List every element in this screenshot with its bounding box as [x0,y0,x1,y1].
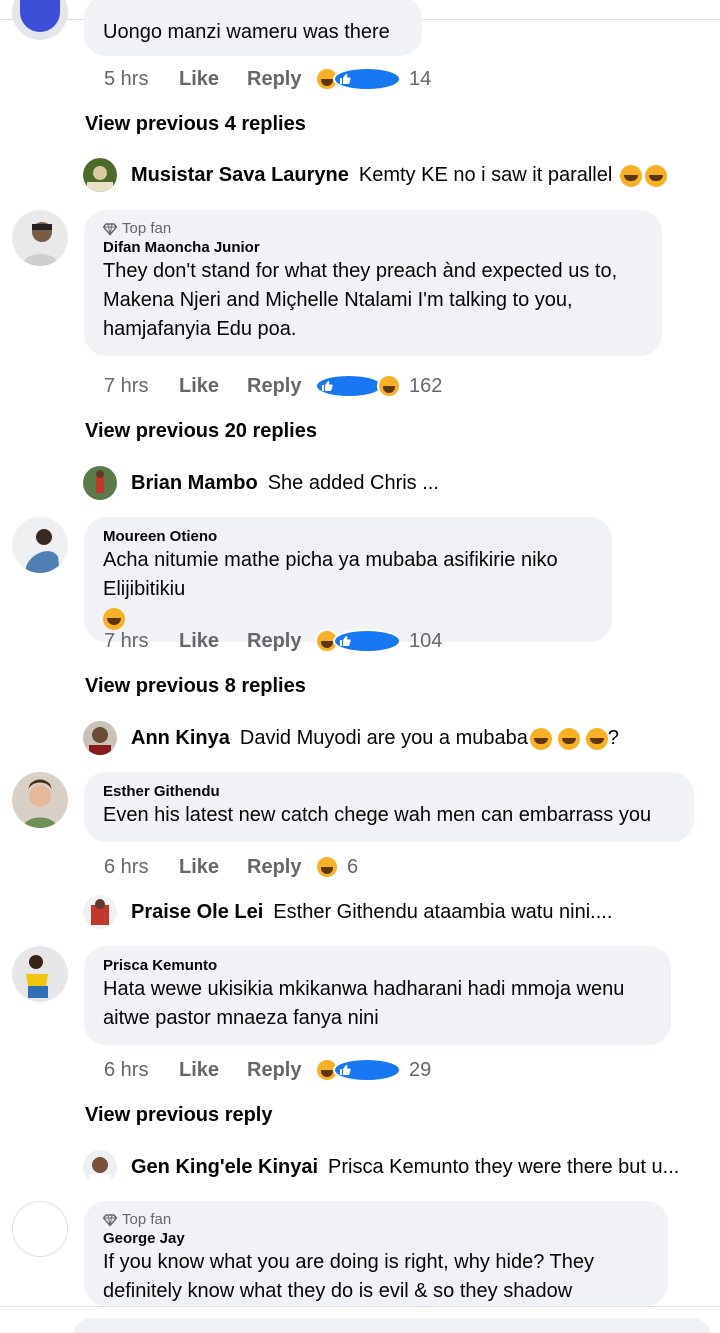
reply-avatar[interactable] [83,158,117,192]
reply-avatar[interactable] [83,895,117,929]
reply-text: Kemty KE no i saw it parallel [358,164,613,186]
bottom-divider [0,1306,720,1307]
like-icon [333,67,401,91]
avatar[interactable] [12,772,68,828]
comment-text-content: Acha nitumie mathe picha ya mubaba asifi… [103,549,558,600]
reaction-count: 6 [347,855,359,878]
comment-text: Hata wewe ukisikia mkikanwa hadharani ha… [103,978,625,1029]
diamond-icon [103,1214,117,1227]
comment-meta: 7 hrs Like Reply 162 [104,371,442,401]
reply-author[interactable]: Gen King'ele Kinyai [131,1156,318,1179]
grinning-emoji-icon [585,727,608,750]
view-previous-replies-link[interactable]: View previous 20 replies [85,420,317,443]
reaction-count: 104 [409,629,443,652]
like-icon [315,374,383,398]
avatar[interactable] [12,946,68,1002]
reply-author[interactable]: Musistar Sava Lauryne [131,164,349,187]
reply-button[interactable]: Reply [247,856,315,879]
avatar[interactable] [12,210,68,266]
reply-button[interactable]: Reply [247,1059,315,1082]
latest-reply[interactable]: Gen King'ele Kinyai Prisca Kemunto they … [131,1156,679,1179]
latest-reply[interactable]: Musistar Sava Lauryne Kemty KE no i saw … [131,164,668,187]
view-previous-replies-link[interactable]: View previous reply [85,1104,273,1127]
reaction-count: 162 [409,374,443,397]
comment-author[interactable]: Prisca Kemunto [103,956,652,975]
diamond-icon [103,223,117,236]
like-button[interactable]: Like [179,1059,247,1082]
badge-label: Top fan [122,1211,172,1228]
like-button[interactable]: Like [179,375,247,398]
badge-label: Top fan [122,220,172,237]
comment-meta: 6 hrs Like Reply 6 [104,852,358,882]
comment-bubble: Prisca Kemunto Hata wewe ukisikia mkikan… [84,946,671,1045]
like-button[interactable]: Like [179,68,247,91]
reply-button[interactable]: Reply [247,630,315,653]
latest-reply[interactable]: Brian Mambo She added Chris ... [131,472,439,495]
like-icon [333,1058,401,1082]
reaction-count: 14 [409,67,432,90]
reply-avatar[interactable] [83,466,117,500]
laughing-emoji-icon [645,164,668,187]
reply-button[interactable]: Reply [247,68,315,91]
grinning-emoji-icon [529,727,552,750]
reaction-icons[interactable] [315,629,401,653]
latest-reply[interactable]: Praise Ole Lei Esther Githendu ataambia … [131,901,612,924]
laughing-emoji-icon [620,164,643,187]
reaction-icons[interactable] [315,67,401,91]
reply-text: David Muyodi are you a mubaba [239,727,528,749]
comment-meta: 5 hrs Like Reply 14 [104,64,431,94]
avatar[interactable] [12,517,68,573]
reaction-icons[interactable] [315,374,401,398]
comment-text: If you know what you are doing is right,… [103,1251,595,1302]
view-previous-replies-link[interactable]: View previous 8 replies [85,675,306,698]
reply-avatar[interactable] [83,1150,117,1184]
reply-text: She added Chris ... [267,472,439,494]
comment-time[interactable]: 6 hrs [104,1059,179,1082]
comment-author[interactable]: George Jay [103,1229,649,1248]
comment-meta: 6 hrs Like Reply 29 [104,1055,431,1085]
comment-text: Even his latest new catch chege wah men … [103,804,652,826]
reaction-icons[interactable] [315,1058,401,1082]
top-fan-badge: Top fan [103,220,643,238]
reply-text: Prisca Kemunto they were there but u... [328,1156,680,1178]
comment-bubble: Moureen Otieno Acha nitumie mathe picha … [84,517,612,642]
reply-avatar[interactable] [83,721,117,755]
reply-author[interactable]: Praise Ole Lei [131,901,263,924]
comment-text: They don't stand for what they preach àn… [103,260,618,340]
comment-bubble: Esther Githendu Even his latest new catc… [84,772,694,842]
comment-time[interactable]: 5 hrs [104,68,179,91]
haha-icon [377,374,401,398]
comment-bubble: Top fan George Jay If you know what you … [84,1201,668,1306]
comment-time[interactable]: 7 hrs [104,375,179,398]
reply-text-suffix: ? [607,727,619,749]
top-fan-badge: Top fan [103,1211,649,1229]
comment-composer[interactable] [72,1318,712,1333]
latest-reply[interactable]: Ann Kinya David Muyodi are you a mubaba … [131,727,619,750]
reply-text: Esther Githendu ataambia watu nini.... [273,901,613,923]
haha-icon [315,855,339,879]
reply-button[interactable]: Reply [247,375,315,398]
reaction-icons[interactable] [315,855,339,879]
reply-author[interactable]: Ann Kinya [131,727,230,750]
comment-meta: 7 hrs Like Reply 104 [104,626,442,656]
comment-bubble: Top fan Difan Maoncha Junior They don't … [84,210,662,356]
like-icon [333,629,401,653]
comment-bubble: Uongo manzi wameru was there [84,0,422,56]
comment-author[interactable]: Esther Githendu [103,782,675,801]
avatar[interactable] [12,1201,68,1257]
comment-time[interactable]: 7 hrs [104,630,179,653]
comment-text: Acha nitumie mathe picha ya mubaba asifi… [103,546,593,630]
like-button[interactable]: Like [179,856,247,879]
reaction-count: 29 [409,1058,432,1081]
grinning-emoji-icon [557,727,580,750]
comment-author[interactable]: Difan Maoncha Junior [103,238,643,257]
like-button[interactable]: Like [179,630,247,653]
view-previous-replies-link[interactable]: View previous 4 replies [85,113,306,136]
avatar[interactable] [12,0,68,40]
reply-author[interactable]: Brian Mambo [131,472,258,495]
comment-text: Uongo manzi wameru was there [103,21,390,43]
comment-author[interactable]: Moureen Otieno [103,527,593,546]
comment-time[interactable]: 6 hrs [104,856,179,879]
